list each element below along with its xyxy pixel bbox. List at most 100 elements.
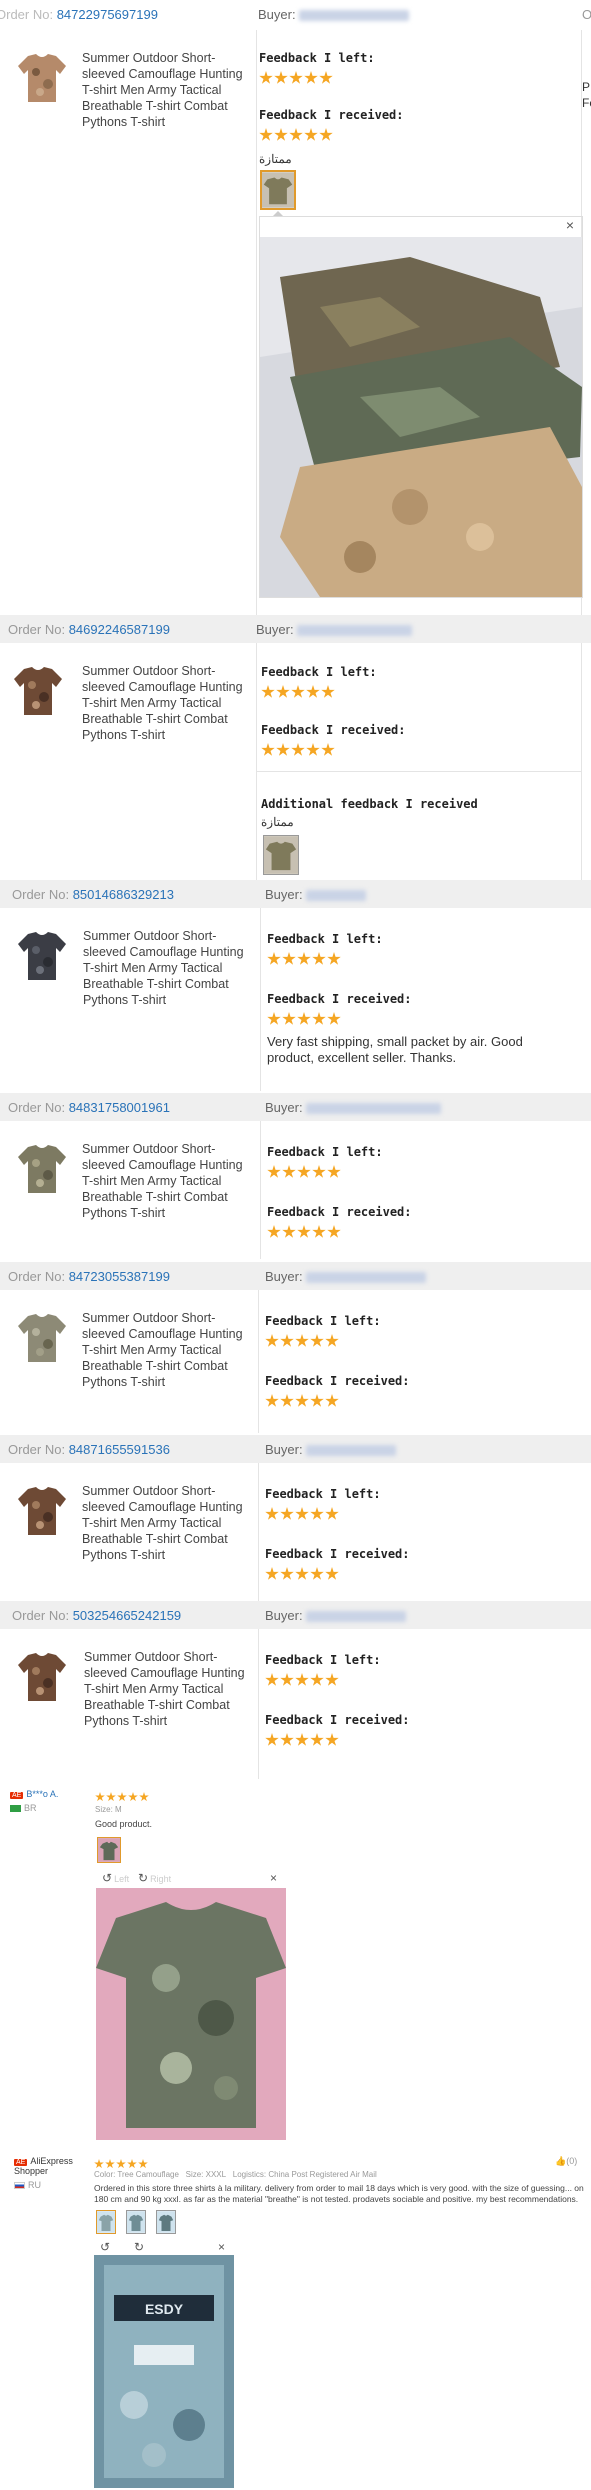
right-edge-text: O [582, 7, 591, 22]
product-thumbnail[interactable] [18, 1485, 66, 1537]
close-photo-button[interactable]: × [218, 2240, 225, 2254]
svg-text:ESDY: ESDY [145, 2301, 184, 2317]
feedback-received-label: Feedback I received: [267, 1205, 412, 1219]
order-block: Order No: 84831758001961 Buyer: Summer O… [0, 1093, 591, 1259]
product-title[interactable]: Summer Outdoor Short-sleeved Camouflage … [82, 1483, 250, 1563]
feedback-received-stars [265, 1567, 340, 1581]
feedback-column: Feedback I left: Feedback I received: [258, 1463, 591, 1601]
feedback-comment: ممتازة [259, 152, 292, 166]
review-user[interactable]: AE B***o A. [10, 1789, 58, 1799]
rotate-right-button[interactable]: ↻ Right [138, 1871, 171, 1885]
order-body: Summer Outdoor Short-sleeved Camouflage … [0, 908, 591, 1091]
review-photo-thumb[interactable] [97, 1837, 121, 1863]
feedback-left-label: Feedback I left: [265, 1314, 381, 1328]
review-photo-large: ESDY [94, 2255, 234, 2488]
feedback-left-stars [261, 685, 336, 699]
order-header: Order No: 85014686329213 Buyer: [0, 880, 591, 908]
buyer-name-redacted [306, 890, 367, 902]
additional-feedback-label: Additional feedback I received [261, 797, 478, 811]
feedback-photo-thumb[interactable] [260, 170, 296, 210]
product-title[interactable]: Summer Outdoor Short-sleeved Camouflage … [82, 663, 250, 743]
review-photo-thumb[interactable] [126, 2210, 146, 2234]
review-meta: Color: Tree Camouflage Size: XXXL Logist… [94, 2170, 377, 2179]
right-edge-text: Fe [582, 96, 591, 110]
feedback-column: Feedback I left: Feedback I received: [258, 1290, 591, 1433]
product-title[interactable]: Summer Outdoor Short-sleeved Camouflage … [84, 1649, 252, 1729]
order-body: Summer Outdoor Short-sleeved Camouflage … [0, 643, 591, 880]
product-thumbnail[interactable] [18, 1143, 66, 1195]
order-number-link[interactable]: 84723055387199 [69, 1269, 170, 1284]
order-number: Order No: 84723055387199 [8, 1269, 170, 1284]
buyer: Buyer: [265, 887, 367, 902]
order-number: Order No: 84722975697199 [0, 7, 158, 22]
order-block-top: Order No: 84722975697199 Buyer: O Summer… [0, 0, 591, 615]
feedback-photo-large [260, 237, 582, 597]
feedback-column: Feedback I left: Feedback I received: Ve… [260, 908, 591, 1091]
feedback-received-stars [267, 1012, 342, 1026]
rotate-left-button[interactable]: ↺ [100, 2240, 110, 2254]
feedback-received-label: Feedback I received: [261, 723, 406, 737]
product-thumbnail[interactable] [18, 930, 66, 982]
feedback-left-label: Feedback I left: [261, 665, 377, 679]
feedback-column: Feedback I left: Feedback I received: [258, 1629, 591, 1779]
buyer-name-redacted [306, 1611, 407, 1623]
order-number-link[interactable]: 84831758001961 [69, 1100, 170, 1115]
product-title[interactable]: Summer Outdoor Short-sleeved Camouflage … [82, 1310, 250, 1390]
order-block: Order No: 84723055387199 Buyer: Summer O… [0, 1262, 591, 1433]
feedback-received-stars [261, 743, 336, 757]
product-title[interactable]: Summer Outdoor Short-sleeved Camouflage … [82, 1141, 250, 1221]
feedback-left-label: Feedback I left: [259, 51, 375, 65]
flag-icon [14, 2182, 25, 2190]
close-photo-button[interactable]: × [270, 1871, 277, 1885]
product-review: AE B***o A. BR Size: M Good product. ↺ Lef… [0, 1785, 591, 2140]
close-photo-button[interactable]: × [566, 217, 574, 233]
product-title[interactable]: Summer Outdoor Short-sleeved Camouflage … [83, 928, 251, 1008]
feedback-comment: Very fast shipping, small packet by air.… [267, 1034, 523, 1065]
order-number: Order No: 84692246587199 [8, 622, 170, 637]
additional-feedback-comment: ممتازة [261, 815, 294, 829]
review-photo-thumb[interactable] [96, 2210, 116, 2234]
feedback-left-label: Feedback I left: [267, 932, 383, 946]
product-title[interactable]: Summer Outdoor Short-sleeved Camouflage … [82, 50, 250, 130]
buyer: Buyer: [256, 622, 413, 637]
order-block: Order No: 84692246587199 Buyer: Summer O… [0, 615, 591, 880]
feedback-received-stars [265, 1733, 340, 1747]
buyer-name-redacted [306, 1103, 442, 1115]
order-number-link[interactable]: 503254665242159 [73, 1608, 181, 1623]
order-number-link[interactable]: 84692246587199 [69, 622, 170, 637]
review-size: Size: M [95, 1805, 122, 1814]
helpful-button[interactable]: 👍(0) [555, 2156, 577, 2167]
feedback-left-stars [267, 1165, 342, 1179]
review-photo-thumb[interactable] [156, 2210, 176, 2234]
feedback-received-stars [259, 128, 334, 142]
product-thumbnail[interactable] [14, 665, 62, 717]
feedback-left-label: Feedback I left: [267, 1145, 383, 1159]
order-body: Summer Outdoor Short-sleeved Camouflage … [0, 1121, 591, 1259]
review-text: Ordered in this store three shirts à la … [94, 2183, 584, 2204]
order-header: Order No: 84831758001961 Buyer: [0, 1093, 591, 1121]
product-thumbnail[interactable] [18, 1312, 66, 1364]
review-user[interactable]: AE AliExpress Shopper [14, 2156, 84, 2176]
feedback-left-label: Feedback I left: [265, 1487, 381, 1501]
order-number-link[interactable]: 84722975697199 [57, 7, 158, 22]
flag-icon [10, 1805, 21, 1813]
rotate-right-button[interactable]: ↻ [134, 2240, 144, 2254]
order-number: Order No: 503254665242159 [12, 1608, 182, 1623]
user-badge-icon: AE [10, 1792, 24, 1799]
product-thumbnail[interactable] [18, 1651, 66, 1703]
divider [257, 771, 581, 772]
order-body: Summer Outdoor Short-sleeved Camouflage … [0, 1463, 591, 1601]
rotate-left-button[interactable]: ↺ Left [102, 1871, 129, 1885]
product-thumbnail[interactable] [18, 52, 66, 104]
feedback-received-label: Feedback I received: [265, 1374, 410, 1388]
order-header: Order No: 84871655591536 Buyer: [0, 1435, 591, 1463]
product-review: AE AliExpress Shopper RU Color: Tree Camo… [0, 2150, 591, 2490]
feedback-photo-thumb[interactable] [263, 835, 299, 875]
thumbs-up-icon: 👍 [555, 2156, 567, 2166]
order-number-link[interactable]: 85014686329213 [73, 887, 174, 902]
feedback-received-stars [265, 1394, 340, 1408]
order-number-link[interactable]: 84871655591536 [69, 1442, 170, 1457]
order-body: Summer Outdoor Short-sleeved Camouflage … [0, 1290, 591, 1433]
order-body: Summer Outdoor Short-sleeved Camouflage … [0, 30, 591, 615]
review-stars [94, 2156, 149, 2170]
